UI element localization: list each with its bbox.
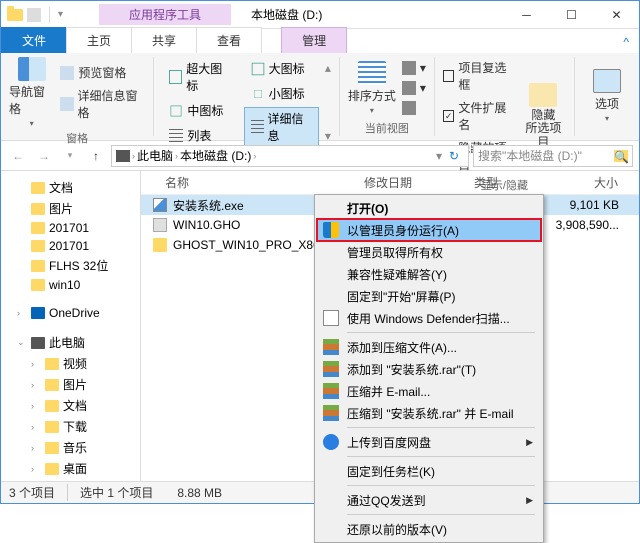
menu-email[interactable]: 压缩并 E-mail... <box>317 380 541 402</box>
search-icon: 🔍 <box>614 150 628 162</box>
history-dropdown[interactable]: ▾ <box>59 145 81 167</box>
maximize-button[interactable]: ☐ <box>549 1 594 29</box>
rar-icon <box>323 405 339 421</box>
close-button[interactable]: ✕ <box>594 1 639 29</box>
drive-icon <box>116 150 130 162</box>
sidebar-onedrive[interactable]: ›OneDrive <box>1 304 140 322</box>
ribbon-collapse-icon[interactable]: ^ <box>613 31 639 53</box>
ribbon-tabs: 文件 主页 共享 查看 管理 ^ <box>1 29 639 53</box>
options-button[interactable]: 选项 ▾ <box>583 57 631 134</box>
defender-icon <box>323 310 339 326</box>
context-tab-label: 应用程序工具 <box>99 4 231 25</box>
item-checkboxes-toggle[interactable]: 项目复选框 <box>443 57 515 95</box>
nav-pane-label: 导航窗格 <box>9 83 54 117</box>
group-by-button[interactable]: ▾ <box>402 59 426 77</box>
sort-by-button[interactable]: 排序方式 ▾ <box>348 57 396 118</box>
menu-troubleshoot[interactable]: 兼容性疑难解答(Y) <box>317 263 541 285</box>
menu-restore[interactable]: 还原以前的版本(V) <box>317 518 541 540</box>
menu-run-as-admin[interactable]: 以管理员身份运行(A) <box>317 219 541 241</box>
sidebar: 文档 图片 201701 201701 FLHS 32位 win10 ›OneD… <box>1 171 141 485</box>
window-title: 本地磁盘 (D:) <box>251 6 322 23</box>
rar-icon <box>323 361 339 377</box>
group-panes-label: 窗格 <box>9 128 145 146</box>
menu-email-rar[interactable]: 压缩到 "安装系统.rar" 并 E-mail <box>317 402 541 424</box>
quick-access-icon[interactable] <box>27 8 41 22</box>
menu-baidu[interactable]: 上传到百度网盘▶ <box>317 431 541 453</box>
hide-selected-label: 隐藏 所选项目 <box>521 109 566 149</box>
menu-pin-taskbar[interactable]: 固定到任务栏(K) <box>317 460 541 482</box>
menu-add-archive[interactable]: 添加到压缩文件(A)... <box>317 336 541 358</box>
details-pane-button[interactable]: 详细信息窗格 <box>60 85 145 123</box>
add-columns-button[interactable]: ▾ <box>402 79 426 97</box>
menu-open[interactable]: 打开(O) <box>317 197 541 219</box>
column-size[interactable]: 大小 <box>536 174 639 191</box>
column-type[interactable]: 类型 <box>466 174 536 191</box>
sidebar-item[interactable]: 图片 <box>1 198 140 219</box>
menu-pin-start[interactable]: 固定到"开始"屏幕(P) <box>317 285 541 307</box>
file-ext-toggle[interactable]: ✓文件扩展名 <box>443 97 515 135</box>
refresh-button[interactable]: ↻ <box>444 149 464 163</box>
tab-home[interactable]: 主页 <box>66 27 132 53</box>
options-label: 选项 <box>595 95 619 112</box>
folder-icon <box>153 238 167 252</box>
tab-share[interactable]: 共享 <box>131 27 197 53</box>
column-headers: 名称 修改日期 类型 大小 <box>141 171 639 195</box>
sidebar-this-pc[interactable]: ⌄此电脑 <box>1 332 140 353</box>
column-name[interactable]: 名称 <box>141 174 356 191</box>
sidebar-item[interactable]: win10 <box>1 276 140 294</box>
file-icon <box>153 218 167 232</box>
sidebar-item[interactable]: 文档 <box>1 177 140 198</box>
sidebar-item[interactable]: ›桌面 <box>1 458 140 479</box>
titlebar: ▾ 应用程序工具 本地磁盘 (D:) ─ ☐ ✕ <box>1 1 639 29</box>
forward-button[interactable]: → <box>33 145 55 167</box>
sidebar-item[interactable]: ›视频 <box>1 353 140 374</box>
rar-icon <box>323 383 339 399</box>
view-details[interactable]: 详细信息 <box>244 107 319 147</box>
nav-pane-button[interactable]: 导航窗格 ▾ <box>9 57 54 128</box>
sidebar-item[interactable]: ›下载 <box>1 416 140 437</box>
view-l-icons[interactable]: 大图标 <box>244 57 319 80</box>
group-current-label: 当前视图 <box>348 118 426 136</box>
tab-view[interactable]: 查看 <box>196 27 262 53</box>
back-button[interactable]: ← <box>7 145 29 167</box>
breadcrumb-current[interactable]: 本地磁盘 (D:) <box>180 147 251 164</box>
breadcrumb[interactable]: › 此电脑 › 本地磁盘 (D:) › ▾ ↻ <box>111 145 469 167</box>
tab-manage[interactable]: 管理 <box>281 27 347 53</box>
exe-icon <box>153 198 167 212</box>
menu-take-ownership[interactable]: 管理员取得所有权 <box>317 241 541 263</box>
sidebar-item[interactable]: ›文档 <box>1 395 140 416</box>
preview-pane-button[interactable]: 预览窗格 <box>60 62 145 83</box>
rar-icon <box>323 339 339 355</box>
menu-defender[interactable]: 使用 Windows Defender扫描... <box>317 307 541 329</box>
tab-file[interactable]: 文件 <box>1 27 67 53</box>
sort-by-label: 排序方式 <box>348 87 396 104</box>
menu-qq[interactable]: 通过QQ发送到▶ <box>317 489 541 511</box>
search-input[interactable]: 搜索"本地磁盘 (D:)" 🔍 <box>473 145 633 167</box>
status-selected: 选中 1 个项目 <box>80 484 165 501</box>
context-menu: 打开(O) 以管理员身份运行(A) 管理员取得所有权 兼容性疑难解答(Y) 固定… <box>314 194 544 543</box>
view-xl-icons[interactable]: 超大图标 <box>162 57 237 97</box>
shield-icon <box>323 222 339 238</box>
up-button[interactable]: ↑ <box>85 145 107 167</box>
sidebar-item[interactable]: ›音乐 <box>1 437 140 458</box>
sidebar-item[interactable]: 201701 <box>1 219 140 237</box>
size-columns-button[interactable] <box>402 99 426 117</box>
minimize-button[interactable]: ─ <box>504 1 549 29</box>
sidebar-item[interactable]: ›图片 <box>1 374 140 395</box>
column-date[interactable]: 修改日期 <box>356 174 466 191</box>
status-size: 8.88 MB <box>177 486 234 500</box>
status-count: 3 个项目 <box>9 484 68 501</box>
view-m-icons[interactable]: 中图标 <box>162 99 237 122</box>
breadcrumb-dropdown-icon[interactable]: ▾ <box>436 149 442 163</box>
qat-dropdown-icon[interactable]: ▾ <box>58 9 63 20</box>
sidebar-item[interactable]: 201701 <box>1 237 140 255</box>
baidu-icon <box>323 434 339 450</box>
ribbon: 导航窗格 ▾ 预览窗格 详细信息窗格 窗格 超大图标 中图标 列表 大图标 小图… <box>1 53 639 141</box>
view-s-icons[interactable]: 小图标 <box>244 82 319 105</box>
sidebar-item[interactable]: FLHS 32位 <box>1 255 140 276</box>
folder-icon <box>7 9 23 21</box>
menu-add-rar[interactable]: 添加到 "安装系统.rar"(T) <box>317 358 541 380</box>
breadcrumb-root[interactable]: 此电脑 <box>137 147 173 164</box>
